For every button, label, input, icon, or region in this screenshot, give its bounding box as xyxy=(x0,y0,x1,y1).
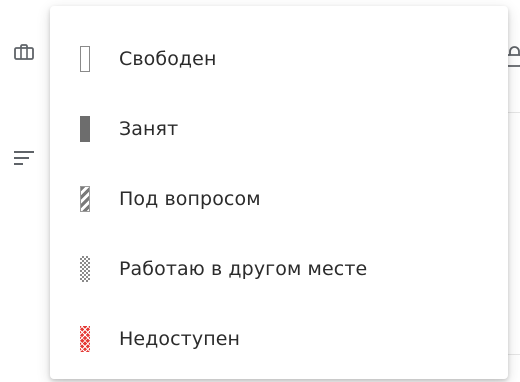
menu-item-label: Занят xyxy=(119,118,179,140)
menu-item-label: Работаю в другом месте xyxy=(119,258,368,280)
menu-item-busy[interactable]: Занят xyxy=(50,94,508,164)
tentative-swatch-icon xyxy=(80,186,90,212)
free-swatch-icon xyxy=(80,46,90,72)
menu-item-free[interactable]: Свободен xyxy=(50,24,508,94)
unavailable-swatch-icon xyxy=(80,326,90,352)
filter-icon[interactable] xyxy=(12,146,36,170)
app-page: Свободен Занят Под вопросом Работаю в др… xyxy=(0,0,520,382)
briefcase-icon[interactable] xyxy=(12,40,36,64)
menu-item-label: Свободен xyxy=(119,48,217,70)
busy-swatch-icon xyxy=(80,116,90,142)
menu-item-label: Под вопросом xyxy=(119,188,261,210)
menu-item-working-elsewhere[interactable]: Работаю в другом месте xyxy=(50,234,508,304)
menu-item-tentative[interactable]: Под вопросом xyxy=(50,164,508,234)
menu-item-unavailable[interactable]: Недоступен xyxy=(50,304,508,374)
status-dropdown-menu: Свободен Занят Под вопросом Работаю в др… xyxy=(50,6,508,379)
working-elsewhere-swatch-icon xyxy=(80,256,90,282)
menu-item-label: Недоступен xyxy=(119,328,241,350)
